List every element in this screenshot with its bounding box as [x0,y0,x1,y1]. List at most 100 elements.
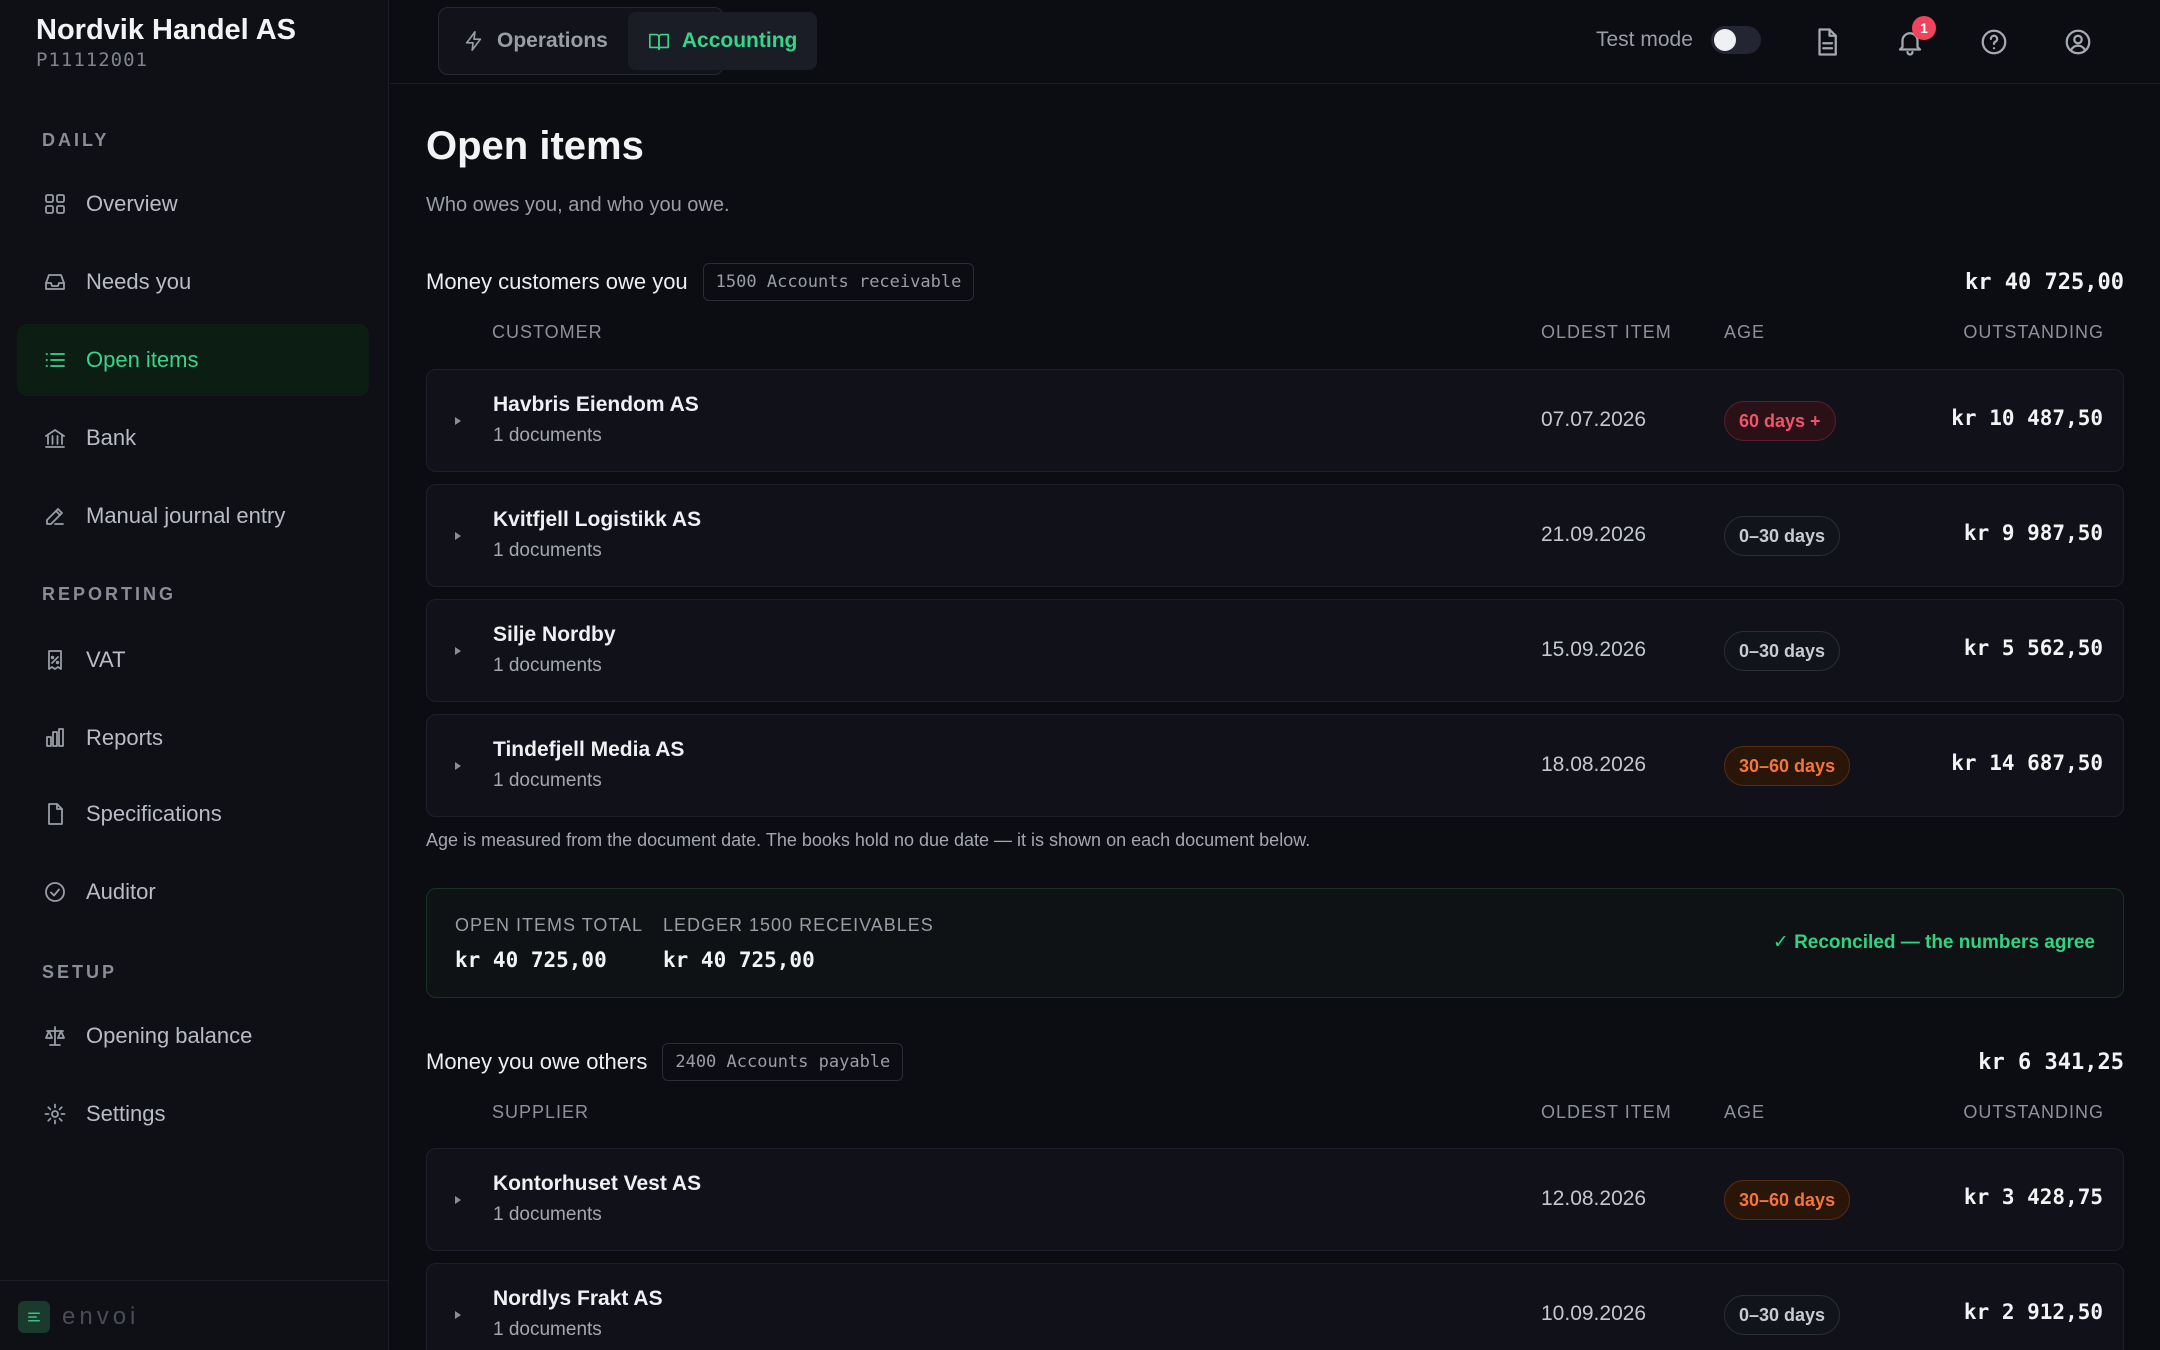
receivables-account-chip: 1500 Accounts receivable [702,263,975,301]
document-icon [1818,28,1837,56]
tab-label: Accounting [681,29,798,52]
inbox-icon [42,269,68,295]
reconciliation-card: OPEN ITEMS TOTAL kr 40 725,00 LEDGER 150… [426,888,2124,998]
column-oldest-item: OLDEST ITEM [1541,1102,1672,1122]
party-name: Tindefjell Media AS [493,738,685,761]
tab-operations[interactable]: Operations [443,12,628,70]
caret-right-icon[interactable] [452,414,464,426]
sidebar-item-label: Open items [86,347,199,372]
age-badge: 30–60 days [1724,1180,1851,1220]
nav-section-reporting: REPORTING [42,584,177,604]
sidebar-item-manual-journal-entry[interactable]: Manual journal entry [17,480,369,552]
age-badge: 60 days + [1724,401,1836,441]
file-icon [42,801,68,827]
oldest-item-date: 12.08.2026 [1541,1187,1647,1210]
payables-total: kr 6 341,25 [1978,1049,2124,1075]
sidebar-item-label: Settings [86,1101,166,1126]
table-row[interactable]: Kontorhuset Vest AS 1 documents 12.08.2026… [426,1148,2124,1251]
document-count: 1 documents [493,540,602,561]
payables-header: Money you owe others 2400 Accounts payab… [426,1042,2124,1082]
document-count: 1 documents [493,1319,602,1340]
age-badge: 30–60 days [1724,746,1851,786]
sidebar-item-specifications[interactable]: Specifications [17,778,369,850]
sidebar-item-label: Opening balance [86,1023,253,1048]
scale-icon [42,1023,68,1049]
sidebar-item-label: Bank [86,425,137,450]
party-name: Silje Nordby [493,623,616,646]
column-oldest-item: OLDEST ITEM [1541,322,1672,342]
tab-label: Operations [497,29,608,52]
caret-right-icon[interactable] [452,759,464,771]
column-age: AGE [1724,322,1766,342]
sidebar-item-label: VAT [86,647,126,672]
topbar: Operations Accounting Test mode 1 [390,0,2160,84]
mode-switch: Operations Accounting [438,7,818,75]
sidebar-item-open-items[interactable]: Open items [17,324,369,396]
sidebar-item-label: Auditor [86,879,156,904]
org-id: P11112001 [36,49,148,71]
sidebar-item-label: Needs you [86,269,192,294]
sidebar-item-vat[interactable]: VAT [17,624,369,696]
notifications-button[interactable]: 1 [1890,16,1936,62]
sidebar-item-reports[interactable]: Reports [17,702,369,774]
test-mode-label: Test mode [1596,28,1693,51]
column-outstanding: OUTSTANDING [1963,1102,2104,1122]
sidebar-item-needs-you[interactable]: Needs you [17,246,369,318]
outstanding-amount: kr 9 987,50 [1963,521,2103,545]
nav-section-setup: SETUP [42,962,118,982]
tab-accounting[interactable]: Accounting [627,12,818,70]
sidebar-item-auditor[interactable]: Auditor [17,856,369,928]
brand-name: envoi [62,1303,140,1330]
document-count: 1 documents [493,425,602,446]
list-icon [42,347,68,373]
help-button[interactable] [1974,22,2014,62]
table-row[interactable]: Silje Nordby 1 documents 15.09.2026 0–30 da… [426,599,2124,702]
oldest-item-date: 15.09.2026 [1541,638,1647,661]
page-title: Open items [426,124,644,168]
caret-right-icon[interactable] [452,1193,464,1205]
reconciled-status: ✓ Reconciled — the numbers agree [1772,932,2095,953]
column-outstanding: OUTSTANDING [1963,322,2104,342]
caret-right-icon[interactable] [452,1308,464,1320]
document-count: 1 documents [493,1204,602,1225]
brand-mark-icon [18,1301,50,1333]
bolt-icon [465,31,482,51]
party-name: Kvitfjell Logistikk AS [493,508,702,531]
test-mode-control: Test mode [1596,26,1761,54]
check-circle-icon [42,879,68,905]
caret-right-icon[interactable] [452,644,464,656]
book-open-icon [648,33,669,51]
table-row[interactable]: Havbris Eiendom AS 1 documents 07.07.2026 6… [426,369,2124,472]
document-count: 1 documents [493,655,602,676]
table-row[interactable]: Nordlys Frakt AS 1 documents 10.09.2026 0–3… [426,1263,2124,1350]
sidebar-item-opening-balance[interactable]: Opening balance [17,1000,369,1072]
ledger-label: LEDGER 1500 RECEIVABLES [663,915,934,935]
sidebar-item-label: Manual journal entry [86,503,286,528]
sidebar-footer: envoi [0,1280,389,1350]
page-subtitle: Who owes you, and who you owe. [426,194,730,216]
caret-right-icon[interactable] [452,529,464,541]
sidebar-item-bank[interactable]: Bank [17,402,369,474]
account-button[interactable] [2058,22,2098,62]
payables-column-headers: SUPPLIER OLDEST ITEM AGE OUTSTANDING [426,1098,2124,1128]
sidebar-item-label: Reports [86,725,164,750]
org-name: Nordvik Handel AS [36,14,296,46]
nav-section-daily: DAILY [42,130,110,150]
document-button[interactable] [1807,22,1847,62]
table-row[interactable]: Tindefjell Media AS 1 documents 18.08.2026… [426,714,2124,817]
outstanding-amount: kr 5 562,50 [1963,636,2103,660]
sidebar-item-settings[interactable]: Settings [17,1078,369,1150]
sidebar-item-overview[interactable]: Overview [17,168,369,240]
party-name: Kontorhuset Vest AS [493,1172,702,1195]
outstanding-amount: kr 14 687,50 [1951,751,2103,775]
test-mode-toggle[interactable] [1710,26,1761,54]
receivables-column-headers: CUSTOMER OLDEST ITEM AGE OUTSTANDING [426,318,2124,348]
document-count: 1 documents [493,770,602,791]
party-name: Nordlys Frakt AS [493,1287,663,1310]
gear-icon [42,1101,68,1127]
column-supplier: SUPPLIER [492,1102,590,1122]
open-items-total-value: kr 40 725,00 [455,948,607,972]
brand-logo: envoi [18,1301,139,1333]
help-icon [1981,29,2007,55]
table-row[interactable]: Kvitfjell Logistikk AS 1 documents 21.09.2… [426,484,2124,587]
